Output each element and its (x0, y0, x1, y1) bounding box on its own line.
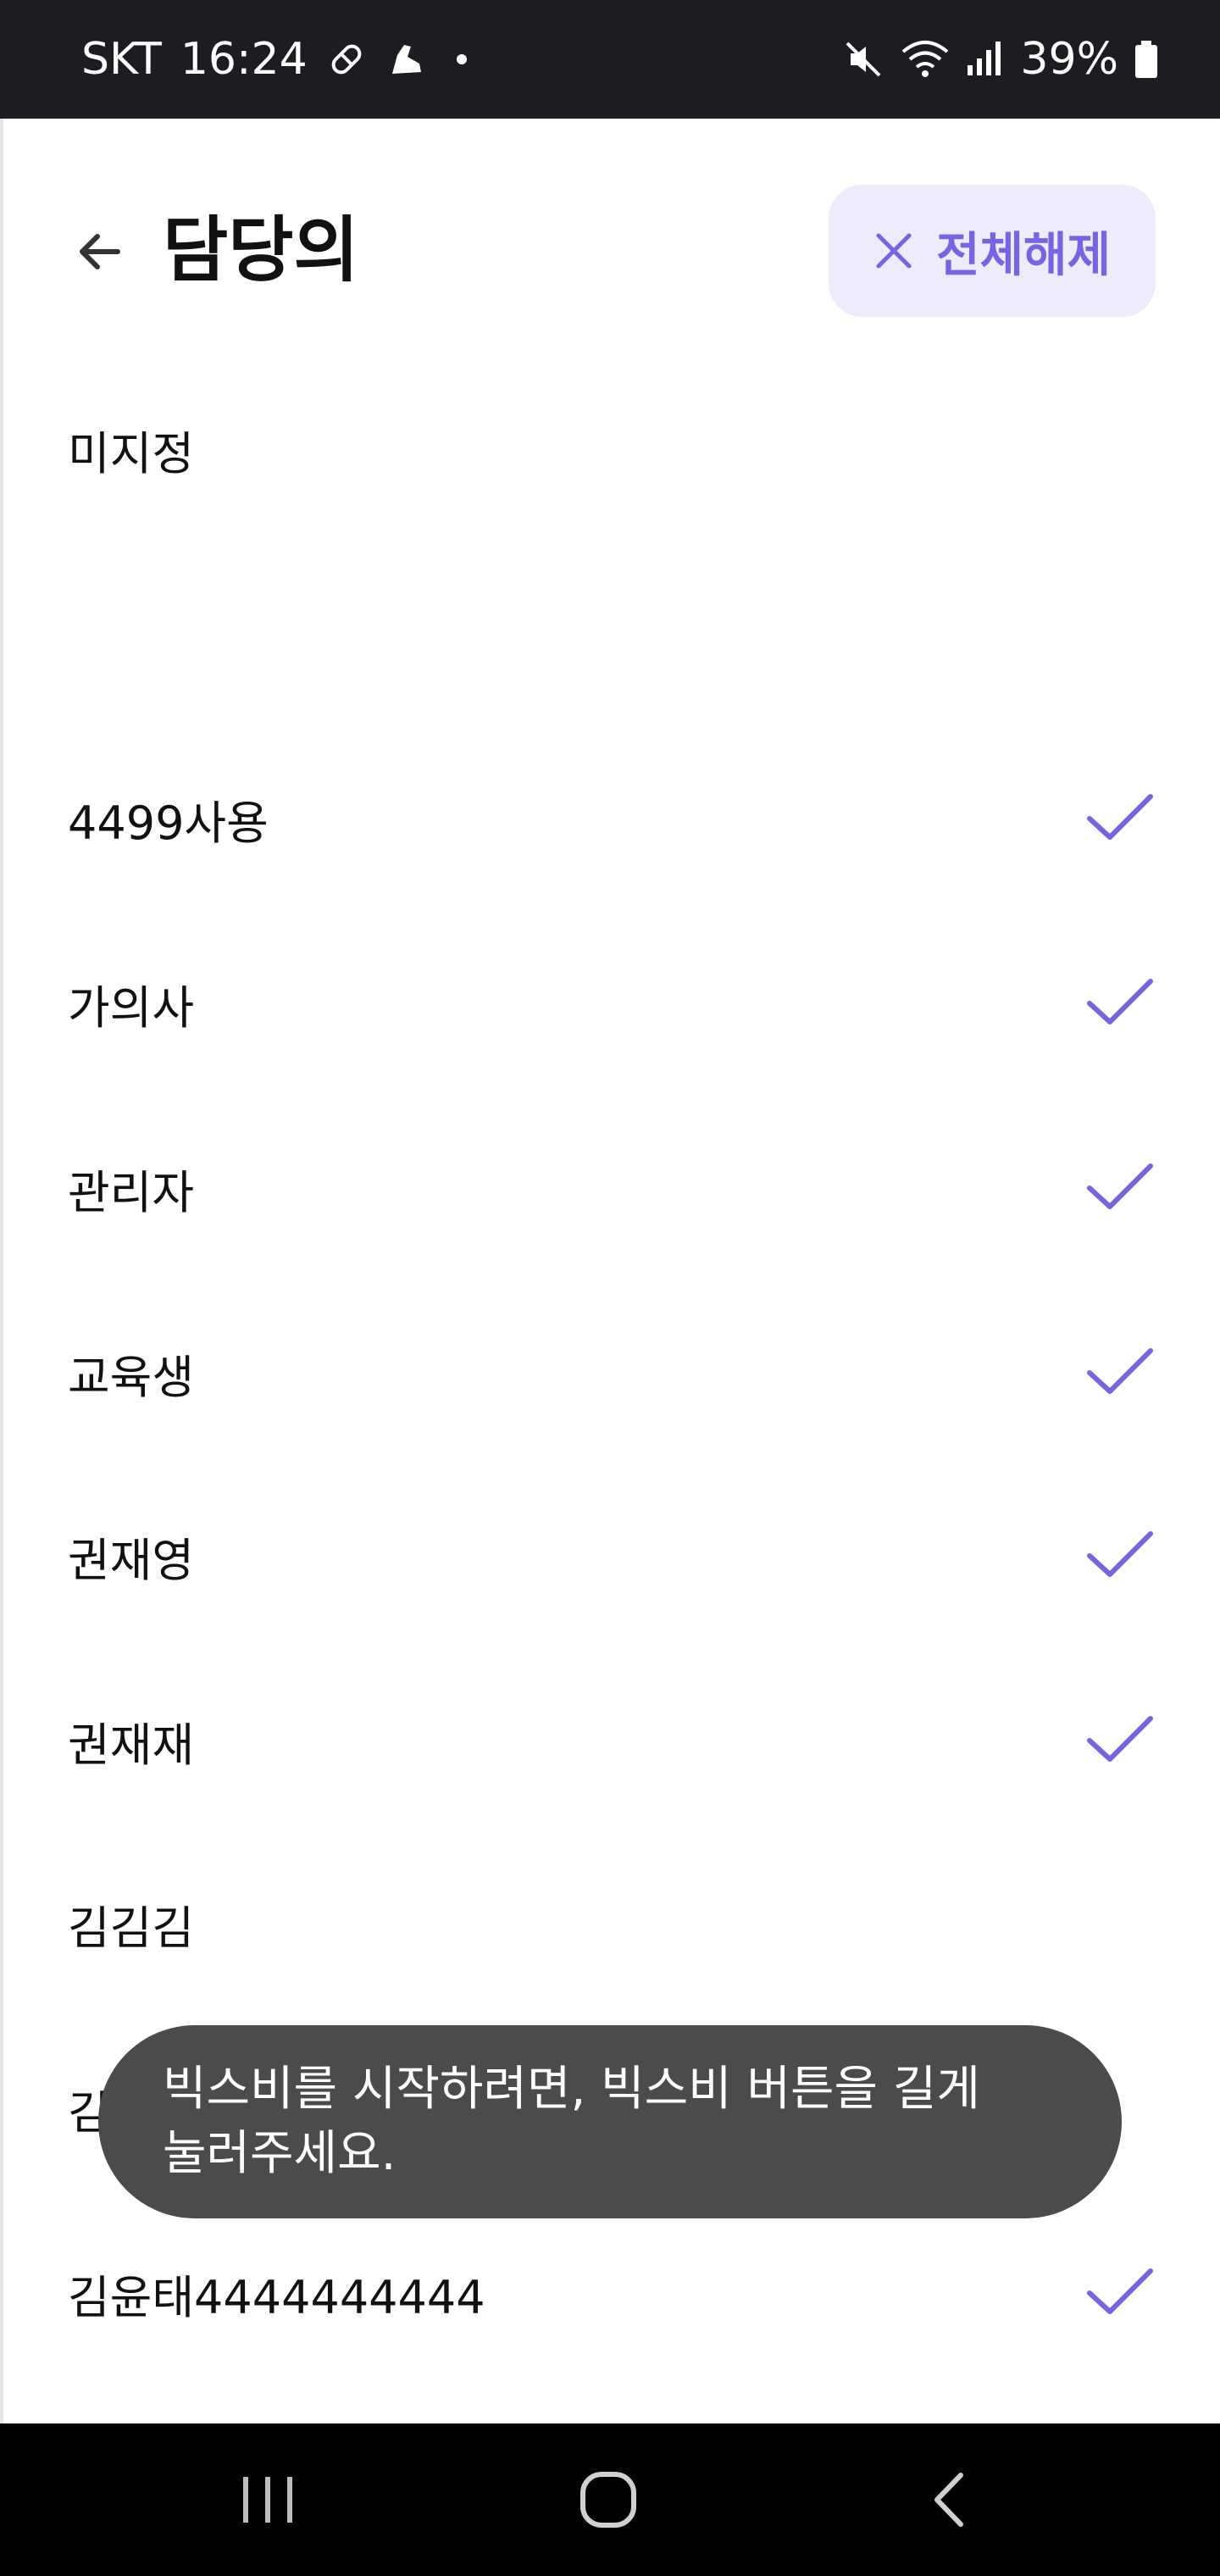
recent-apps-button[interactable] (200, 2440, 336, 2559)
list-item[interactable]: 권재재 (0, 1656, 1220, 1825)
list-item[interactable]: 권재영 (0, 1471, 1220, 1641)
list-item-label: 4499사용 (68, 796, 269, 850)
toast-line-1: 빅스비를 시작하려면, 빅스비 버튼을 길게 (163, 2062, 980, 2117)
clear-all-label: 전체해제 (935, 227, 1112, 283)
check-icon (1087, 1348, 1153, 1394)
bixby-toast: 빅스비를 시작하려면, 빅스비 버튼을 길게 눌러주세요. (98, 2025, 1122, 2218)
list-item[interactable]: 교육생 (0, 1288, 1220, 1457)
list-item-label: 가의사 (68, 980, 195, 1035)
list-item-label: 관리자 (68, 1165, 195, 1219)
recent-apps-icon (243, 2477, 292, 2523)
list-item[interactable]: 김김김 (0, 1839, 1220, 2008)
navigation-bar (0, 2423, 1220, 2576)
list-item[interactable]: 김윤태4444444444 (0, 2208, 1220, 2378)
check-icon (1087, 1531, 1153, 1577)
battery-percent: 39% (1020, 34, 1118, 85)
list-item-label: 김김김 (68, 1901, 195, 1955)
list-item-label: 김윤태4444444444 (68, 2270, 485, 2324)
list-item-label: 교육생 (68, 1350, 195, 1404)
carrier-label: SKT (81, 34, 162, 85)
status-bar: SKT 16:24 39% (0, 0, 1220, 119)
page-title: 담당의 (163, 208, 359, 291)
shoe-icon (385, 38, 428, 80)
toast-line-2: 눌러주세요. (163, 2126, 396, 2181)
back-icon (934, 2473, 963, 2527)
list-item[interactable]: 가의사 (0, 919, 1220, 1088)
nav-back-button[interactable] (881, 2440, 1017, 2559)
list-item[interactable] (0, 551, 1220, 720)
back-arrow-icon (80, 234, 120, 269)
back-button[interactable] (59, 212, 139, 291)
list-item-label: 권재영 (68, 1533, 195, 1587)
check-icon (1087, 2268, 1153, 2314)
pill-icon (326, 39, 367, 80)
dot-icon (446, 44, 477, 75)
list-item-label: 권재재 (68, 1718, 195, 1772)
list-item-label: 미지정 (68, 426, 195, 480)
clear-all-button[interactable]: 전체해제 (829, 185, 1156, 317)
close-icon (876, 233, 912, 269)
list-item[interactable]: 관리자 (0, 1103, 1220, 1273)
battery-icon (1134, 39, 1159, 80)
check-icon (1087, 1716, 1153, 1762)
check-icon (1087, 794, 1153, 840)
home-button[interactable] (541, 2440, 676, 2559)
signal-icon (966, 40, 1005, 79)
check-icon (1087, 1163, 1153, 1209)
wifi-icon (900, 38, 951, 80)
check-icon (1087, 979, 1153, 1024)
list-item[interactable]: 미지정 (0, 364, 1220, 534)
mute-icon (842, 38, 884, 80)
home-icon (580, 2472, 636, 2528)
list-item[interactable]: 4499사용 (0, 734, 1220, 903)
clock-label: 16:24 (180, 34, 308, 85)
